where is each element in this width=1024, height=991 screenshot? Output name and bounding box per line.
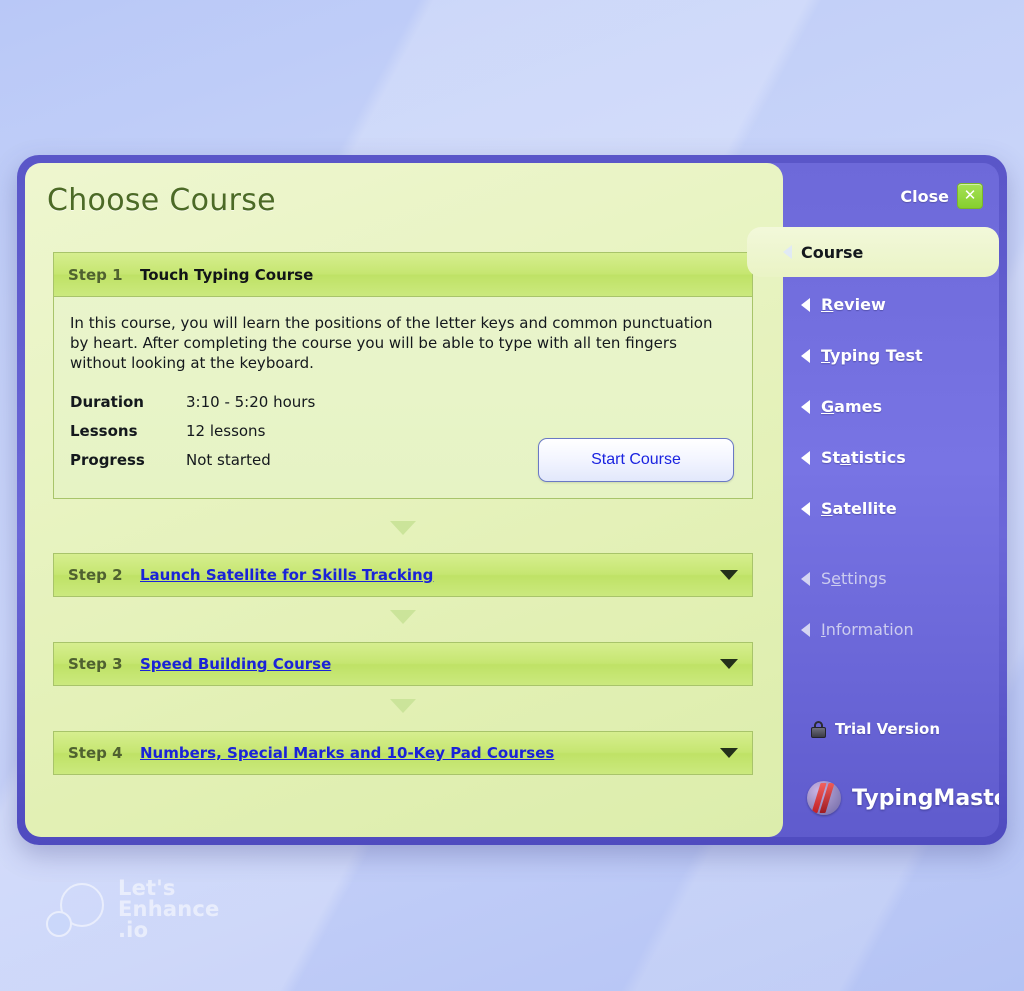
sidebar-item-label-course: Course <box>801 242 864 262</box>
triangle-down-icon <box>390 610 416 624</box>
sidebar-item-games[interactable]: Games <box>801 397 882 416</box>
triangle-down-icon <box>390 521 416 535</box>
chevron-left-icon <box>801 571 810 586</box>
start-course-button[interactable]: Start Course <box>538 438 734 482</box>
watermark-line-1: Let's <box>118 876 176 900</box>
sidebar-item-label-statistics: Statistics <box>821 448 906 467</box>
step-4-link[interactable]: Numbers, Special Marks and 10-Key Pad Co… <box>140 744 554 762</box>
connector-arrow-3 <box>53 698 753 717</box>
detail-row-duration: Duration 3:10 - 5:20 hours <box>70 393 315 422</box>
sidebar-item-review[interactable]: Review <box>801 295 886 314</box>
sidebar-item-label-review: Review <box>821 295 886 314</box>
connector-arrow-2 <box>53 609 753 628</box>
detail-key-lessons: Lessons <box>70 422 138 440</box>
step-2-number: Step 2 <box>68 566 123 584</box>
connector-arrow-1 <box>53 520 753 539</box>
sidebar-item-label-satellite: Satellite <box>821 499 897 518</box>
application-window: Choose Course Step 1 Touch Typing Course… <box>17 155 1007 845</box>
sidebar-item-settings[interactable]: Settings <box>801 569 887 588</box>
step-1-number: Step 1 <box>68 265 123 284</box>
lets-enhance-watermark: Let's Enhance .io <box>44 878 219 941</box>
detail-key-duration: Duration <box>70 393 144 411</box>
chevron-down-icon[interactable] <box>720 659 738 669</box>
course-content-panel: Choose Course Step 1 Touch Typing Course… <box>25 163 783 837</box>
sidebar-item-label-typing-test: Typing Test <box>821 346 923 365</box>
chevron-left-icon <box>801 622 810 637</box>
sidebar-item-statistics[interactable]: Statistics <box>801 448 906 467</box>
step-1-header[interactable]: Step 1 Touch Typing Course <box>54 253 752 297</box>
page-title: Choose Course <box>47 183 276 218</box>
step-2-row[interactable]: Step 2 Launch Satellite for Skills Track… <box>53 553 753 597</box>
sidebar-item-label-information: Information <box>821 620 914 639</box>
detail-value-progress: Not started <box>186 451 271 469</box>
step-1-details-table: Duration 3:10 - 5:20 hours Lessons 12 le… <box>70 393 315 480</box>
close-x-icon[interactable]: ✕ <box>957 183 983 209</box>
step-2-link[interactable]: Launch Satellite for Skills Tracking <box>140 566 433 584</box>
trial-version-badge: Trial Version <box>811 720 940 738</box>
sidebar-item-label-settings: Settings <box>821 569 887 588</box>
chevron-left-icon <box>783 245 792 259</box>
brand-logo-row: TypingMaster <box>807 781 999 815</box>
step-3-number: Step 3 <box>68 655 123 673</box>
detail-value-duration: 3:10 - 5:20 hours <box>186 393 316 411</box>
step-1-title: Touch Typing Course <box>140 265 314 284</box>
sidebar-item-label-games: Games <box>821 397 882 416</box>
triangle-down-icon <box>390 699 416 713</box>
close-button[interactable]: Close ✕ <box>900 183 983 209</box>
sidebar-item-information[interactable]: Information <box>801 620 914 639</box>
sidebar-item-course[interactable]: Course <box>747 227 999 277</box>
typingmaster-logo-icon <box>807 781 841 815</box>
trial-version-label: Trial Version <box>835 720 941 738</box>
watermark-circles-icon <box>44 879 106 941</box>
detail-row-lessons: Lessons 12 lessons <box>70 422 315 451</box>
step-1-description: In this course, you will learn the posit… <box>70 314 713 372</box>
watermark-line-3: .io <box>118 918 149 942</box>
step-3-row[interactable]: Step 3 Speed Building Course <box>53 642 753 686</box>
step-4-row[interactable]: Step 4 Numbers, Special Marks and 10-Key… <box>53 731 753 775</box>
close-label: Close <box>900 186 949 206</box>
detail-row-progress: Progress Not started <box>70 451 315 480</box>
desktop-background: Choose Course Step 1 Touch Typing Course… <box>0 0 1024 991</box>
sidebar-item-satellite[interactable]: Satellite <box>801 499 897 518</box>
watermark-text: Let's Enhance .io <box>118 878 219 941</box>
sidebar: Close ✕ Course Review Typing Test Games … <box>747 163 999 837</box>
chevron-down-icon[interactable] <box>720 748 738 758</box>
step-3-link[interactable]: Speed Building Course <box>140 655 331 673</box>
brand-name: TypingMaster <box>852 785 999 811</box>
step-1-card: Step 1 Touch Typing Course In this cours… <box>53 252 753 499</box>
step-1-body: In this course, you will learn the posit… <box>54 297 752 498</box>
chevron-left-icon <box>801 297 810 312</box>
sidebar-item-typing-test[interactable]: Typing Test <box>801 346 923 365</box>
lock-icon <box>811 720 826 738</box>
chevron-left-icon <box>801 450 810 465</box>
window-inner-shell: Choose Course Step 1 Touch Typing Course… <box>25 163 999 837</box>
step-4-number: Step 4 <box>68 744 123 762</box>
chevron-down-icon[interactable] <box>720 570 738 580</box>
chevron-left-icon <box>801 399 810 414</box>
chevron-left-icon <box>801 501 810 516</box>
detail-value-lessons: 12 lessons <box>186 422 266 440</box>
detail-key-progress: Progress <box>70 451 145 469</box>
watermark-line-2: Enhance <box>118 897 220 921</box>
chevron-left-icon <box>801 348 810 363</box>
